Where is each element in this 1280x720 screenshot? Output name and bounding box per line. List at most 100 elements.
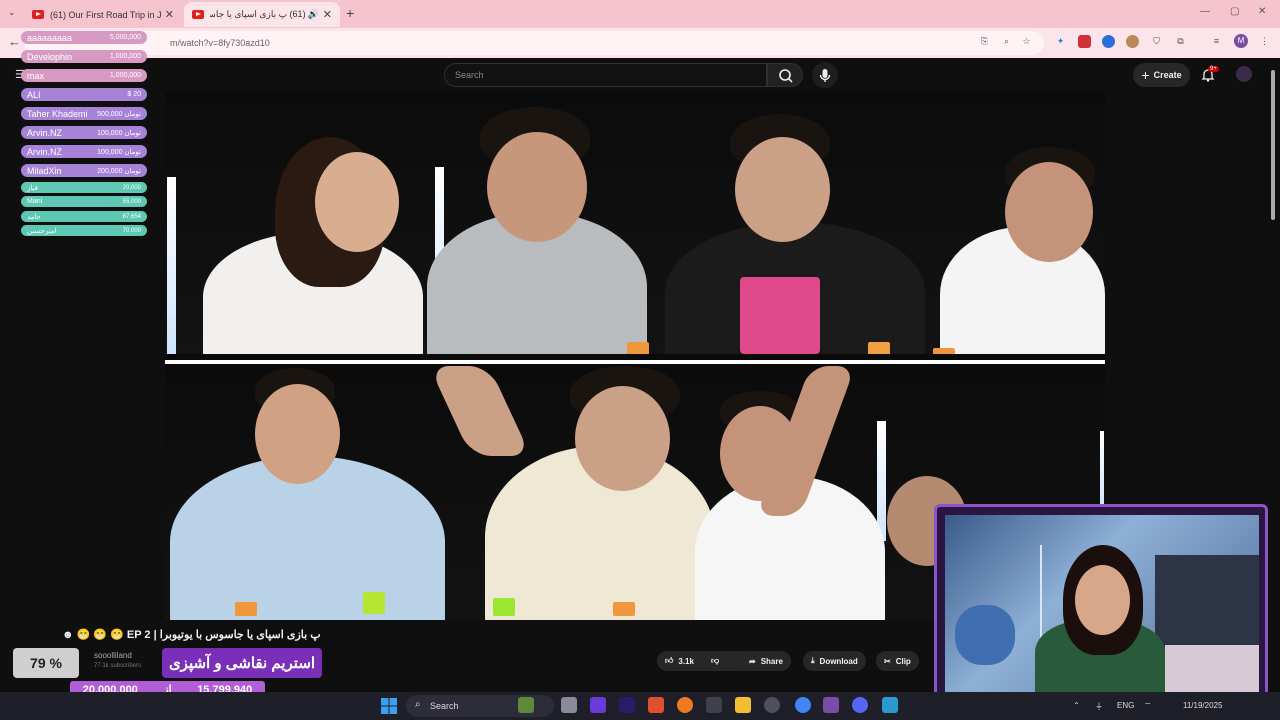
close-tab-icon[interactable]: ✕ (323, 8, 332, 21)
profile-avatar[interactable]: M (1234, 34, 1248, 48)
app-icon[interactable] (882, 697, 898, 713)
tray-chevron-icon[interactable]: ⌃ (1073, 701, 1080, 710)
donation-item: Arvin.NZ 100,000 تومان (21, 145, 147, 158)
donation-item: حامد 87,654 (21, 211, 147, 222)
unity-icon[interactable] (706, 697, 722, 713)
install-icon[interactable]: ⎘ (978, 35, 991, 48)
app-r-icon[interactable] (823, 697, 839, 713)
task-view-icon[interactable] (561, 697, 577, 713)
windows-start-icon[interactable] (381, 698, 397, 714)
subscriber-count: 77.1k subscribers (94, 663, 142, 669)
extensions-puzzle-icon[interactable]: ⧉ (1174, 35, 1187, 48)
share-label: Share (760, 656, 783, 666)
shirt-print (740, 277, 820, 354)
new-tab-icon[interactable]: + (346, 5, 354, 21)
page-scrollbar[interactable] (1270, 62, 1276, 682)
create-button[interactable]: + Create (1133, 63, 1190, 87)
bookmark-star-icon[interactable]: ☆ (1020, 35, 1033, 48)
extension-shield-icon[interactable]: ⛉ (1150, 35, 1163, 48)
video-title: ﭖ بازی اسپای یا جاسوس با یوتیوبرا | EP 2… (62, 629, 321, 641)
orange-cup (235, 602, 257, 616)
scissors-icon: ✂ (884, 656, 891, 666)
orange-cup (868, 342, 890, 354)
back-icon[interactable]: ← (8, 34, 21, 49)
firefox-icon[interactable] (677, 697, 693, 713)
tab-spy-game[interactable]: (61) ﭖ بازی اسپای یا جاسوس 🔊 ✕ (184, 2, 340, 27)
studio-light (1100, 431, 1104, 511)
chrome-icon[interactable] (795, 697, 811, 713)
language-indicator[interactable]: ENG (1117, 701, 1134, 710)
streamer-head (1075, 565, 1130, 635)
studio-light (167, 177, 176, 354)
wifi-icon[interactable]: ⌔ (1144, 701, 1152, 711)
youtube-header: ☰ Search + Create 9+ (0, 58, 1280, 92)
channel-name[interactable]: sooolliland (94, 651, 132, 660)
speaker-icon[interactable]: 🔊 (308, 9, 319, 20)
close-window-icon[interactable]: ✕ (1258, 6, 1266, 17)
browser-menu-icon[interactable]: ⋮ (1258, 35, 1271, 48)
minimize-icon[interactable]: — (1200, 6, 1210, 17)
progress-percent: 79 % (13, 648, 79, 678)
orange-cup (613, 602, 635, 616)
zoom-icon[interactable]: ⌕ (1000, 35, 1013, 48)
clock-date[interactable]: 11/19/2025 (1183, 701, 1222, 710)
donation-item: max 1,000,000 (21, 69, 147, 82)
search-icon (779, 69, 793, 83)
person-head (487, 132, 587, 242)
tab-title: (61) ﭖ بازی اسپای یا جاسوس (210, 9, 306, 19)
search-icon: ⌕ (415, 699, 421, 710)
studio-light (877, 421, 886, 541)
person-head (1005, 162, 1093, 262)
donation-item: Taher Khademi 500,000 تومان (21, 107, 147, 120)
taskbar-search-label: Search (430, 701, 459, 711)
share-button[interactable]: ➦ Share (741, 651, 791, 671)
webcam-overlay (934, 504, 1268, 702)
url-text: m/watch?v=8fy730azd10 (170, 38, 270, 48)
usb-icon[interactable]: ⏚ (1095, 701, 1103, 712)
scrollbar-thumb[interactable] (1271, 70, 1275, 220)
extension-red-icon[interactable] (1078, 35, 1091, 48)
clip-button[interactable]: ✂ Clip (876, 651, 919, 671)
close-tab-icon[interactable]: ✕ (165, 8, 174, 21)
extension-cookie-icon[interactable] (1126, 35, 1139, 48)
donation-item: Mani 55,000 (21, 196, 147, 207)
search-input[interactable]: Search (444, 63, 767, 87)
donation-item: ALI $ 20 (21, 88, 147, 101)
file-explorer-icon[interactable] (735, 697, 751, 713)
like-count: 3.1k (678, 656, 694, 666)
maximize-icon[interactable]: ▢ (1230, 6, 1239, 17)
plush-toy (955, 605, 1015, 665)
create-label: Create (1153, 70, 1182, 80)
person-head (735, 137, 830, 242)
premiere-icon[interactable] (619, 697, 635, 713)
donation-item: MiladXin 200,000 تومان (21, 164, 147, 177)
discord-icon[interactable] (852, 697, 868, 713)
thumbs-up-icon: 👍︎ (665, 656, 674, 665)
extension-translate-icon[interactable]: ✦ (1054, 35, 1067, 48)
person-head (315, 152, 399, 252)
thumbs-down-icon[interactable]: 👎︎ (711, 656, 719, 666)
search-placeholder: Search (455, 70, 484, 80)
stream-label: استریم نقاشی و آشپزی (162, 648, 322, 678)
tab-road-trip[interactable]: (61) Our First Road Trip in Japa ✕ (24, 2, 182, 27)
screen: ⌄ (61) Our First Road Trip in Japa ✕ (61… (0, 0, 1280, 720)
steam-icon[interactable] (764, 697, 780, 713)
frame-divider (165, 360, 1105, 364)
notification-badge: 9+ (1208, 66, 1219, 72)
tab-search-icon[interactable]: ⌄ (8, 7, 16, 18)
account-avatar[interactable] (1236, 66, 1252, 82)
search-button[interactable] (767, 63, 803, 87)
browser-tab-strip: ⌄ (61) Our First Road Trip in Japa ✕ (61… (0, 0, 1280, 28)
omnibox[interactable]: m/watch?v=8fy730azd10 (24, 31, 1044, 55)
green-cup (363, 592, 385, 614)
widget-icon[interactable] (518, 697, 534, 713)
app-icon[interactable] (648, 697, 664, 713)
media-control-icon[interactable]: ≡ (1210, 35, 1223, 48)
download-button[interactable]: ⤓ Download (803, 651, 866, 671)
voice-search-button[interactable] (812, 62, 838, 88)
orange-cup (933, 348, 955, 354)
app-icon[interactable] (590, 697, 606, 713)
donation-item: Develophin 1,000,000 (21, 50, 147, 63)
address-bar-row: ← m/watch?v=8fy730azd10 ⎘ ⌕ ☆ ✦ ⛉ ⧉ ≡ ⋮ (0, 28, 1280, 58)
extension-blue-icon[interactable] (1102, 35, 1115, 48)
